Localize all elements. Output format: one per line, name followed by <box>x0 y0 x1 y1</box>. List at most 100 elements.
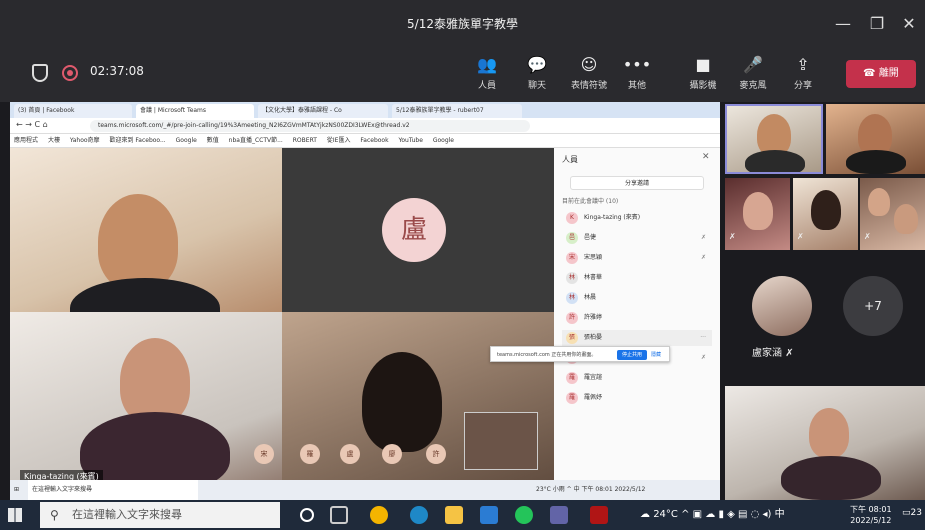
share-invite-button[interactable]: 分享邀請 <box>570 176 704 190</box>
people-label: 人員 <box>477 81 496 91</box>
browser-tab[interactable]: 會議 | Microsoft Teams <box>136 104 254 118</box>
weather-temp[interactable]: 24°C <box>653 509 678 520</box>
weather-icon: ☁ <box>640 509 654 520</box>
camera-icon: ■ <box>695 55 711 74</box>
notification-center-button[interactable]: ▭23 <box>902 508 922 518</box>
bookmarks-bar: 應用程式 大樓 Yahoo奇摩 歡迎來到 Faceboo... Google 數… <box>10 134 720 148</box>
mic-icon: 🎤 <box>743 55 763 74</box>
participant-name: 羅宜諠 <box>584 374 603 381</box>
gallery-tile[interactable]: ✗ <box>860 178 925 250</box>
mic-off-icon: ✗ <box>700 234 706 241</box>
file-explorer-icon[interactable] <box>445 506 463 524</box>
bookmark[interactable]: YouTube <box>399 137 423 144</box>
bookmark[interactable]: Facebook <box>360 137 388 144</box>
line-icon[interactable] <box>515 506 533 524</box>
app-icon[interactable] <box>590 506 608 524</box>
url-field[interactable]: teams.microsoft.com/_#/pre-join-calling/… <box>90 120 530 132</box>
bookmark[interactable]: Google <box>176 137 197 144</box>
close-button[interactable]: ✕ <box>892 0 925 48</box>
inner-search-box[interactable]: 在這裡輸入文字來搜尋 <box>28 480 198 500</box>
participant-name: Kinga-tazing (來賓) <box>584 214 641 221</box>
cortana-icon[interactable] <box>300 508 314 522</box>
windows-start-icon[interactable] <box>8 508 22 522</box>
participant-row[interactable]: 林林晨 <box>562 290 712 306</box>
leave-button[interactable]: ☎ 離開 <box>846 60 916 88</box>
video-tile[interactable] <box>282 312 554 492</box>
task-view-icon[interactable] <box>330 506 348 524</box>
gallery-tile[interactable] <box>826 104 925 174</box>
share-button[interactable]: ⇪ 分享 <box>780 52 826 98</box>
bookmark[interactable]: 從IE匯入 <box>327 137 351 144</box>
bookmark[interactable]: ROBERT <box>293 137 317 144</box>
video-tile[interactable]: 盧 <box>282 148 554 312</box>
mail-icon[interactable] <box>480 506 498 524</box>
bookmark[interactable]: nba直播_CCTV節... <box>229 137 283 144</box>
ime-indicator[interactable]: 中 <box>775 509 785 520</box>
participant-row[interactable]: 邑邑倢 ✗ <box>562 230 712 246</box>
more-icon[interactable]: ··· <box>700 330 706 346</box>
participant-row[interactable]: 林林書華 <box>562 270 712 286</box>
gallery-tile[interactable] <box>725 386 925 500</box>
participant-name: 邑倢 <box>584 234 597 241</box>
video-tile[interactable] <box>10 312 282 492</box>
bookmark[interactable]: Yahoo奇摩 <box>70 137 100 144</box>
participant-video <box>868 188 890 216</box>
more-button[interactable]: ••• 其他 <box>614 52 660 98</box>
notification-icon: ▭ <box>902 508 911 518</box>
bookmark[interactable]: 歡迎來到 Faceboo... <box>109 137 165 144</box>
participant-row[interactable]: 羅羅佩妤 <box>562 390 712 406</box>
maximize-button[interactable]: ❐ <box>860 0 894 48</box>
phone-icon: ☎ <box>863 68 879 79</box>
edge-icon[interactable] <box>410 506 428 524</box>
teams-icon[interactable] <box>550 506 568 524</box>
leave-label: 離開 <box>878 68 899 79</box>
mic-off-icon: ✗ <box>700 354 706 361</box>
camera-button[interactable]: ■ 攝影機 <box>680 52 726 98</box>
video-tile[interactable] <box>10 148 282 312</box>
participant-row[interactable]: K Kinga-tazing (來賓) <box>562 210 712 226</box>
taskbar-search-input[interactable]: 在這裡輸入文字來搜尋 <box>40 502 280 528</box>
overflow-participants-button[interactable]: +7 <box>843 276 903 336</box>
minimize-button[interactable]: — <box>826 0 860 48</box>
reaction-avatar: 宋 <box>254 444 274 464</box>
avatar: 林 <box>566 292 578 304</box>
taskbar-clock[interactable]: 下午 08:01 2022/5/12 <box>850 504 892 526</box>
chat-icon: 💬 <box>527 55 547 74</box>
avatar: 羅 <box>566 392 578 404</box>
bookmark[interactable]: 大樓 <box>48 137 60 144</box>
participant-body <box>781 456 881 500</box>
share-label: 分享 <box>793 81 812 91</box>
tray-icons[interactable]: ^ ▣ ☁ ▮ ◈ ▤ ◌ ◂) <box>681 509 775 520</box>
participant-name: 林晨 <box>584 294 597 301</box>
browser-tab[interactable]: 【文化大學】泰雅語課程 - Co <box>258 104 388 118</box>
browser-tab[interactable]: 5/12泰雅族單字教學 - rubert07 <box>392 104 522 118</box>
participant-row[interactable]: 許許雅婷 <box>562 310 712 326</box>
search-icon: ⚲ <box>50 508 59 522</box>
browser-tab[interactable]: (3) 首頁 | Facebook <box>14 104 132 118</box>
mic-button[interactable]: 🎤 麥克風 <box>730 52 776 98</box>
participant-row[interactable]: 宋宋思穎 ✗ <box>562 250 712 266</box>
bookmark[interactable]: 應用程式 <box>14 137 38 144</box>
chat-button[interactable]: 💬 聊天 <box>514 52 560 98</box>
more-icon: ••• <box>622 55 652 74</box>
clock-time: 下午 08:01 <box>850 505 892 514</box>
self-preview[interactable] <box>464 412 538 470</box>
close-icon[interactable]: ✕ <box>702 152 710 162</box>
bookmark[interactable]: Google <box>433 137 454 144</box>
gallery-tile-active-speaker[interactable] <box>725 104 823 174</box>
gallery-tile[interactable]: ✗ <box>793 178 858 250</box>
participant-row[interactable]: 羅羅宜諠 <box>562 370 712 386</box>
gallery-tile[interactable]: ✗ <box>725 178 790 250</box>
participant-row[interactable]: 張張柏晏 ··· <box>562 330 712 346</box>
windows-start-icon[interactable]: ⊞ <box>14 480 19 500</box>
reactions-button[interactable]: ☺ 表情符號 <box>566 52 612 98</box>
avatar: 邑 <box>566 232 578 244</box>
participant-name: 許雅婷 <box>584 314 603 321</box>
avatar[interactable] <box>752 276 812 336</box>
nav-arrows-icon[interactable]: ← → C ⌂ <box>16 120 48 129</box>
stop-sharing-button[interactable]: 停止共用 <box>617 350 647 360</box>
people-button[interactable]: 👥 人員 <box>464 52 510 98</box>
hide-notice-button[interactable]: 隱藏 <box>651 347 661 361</box>
chrome-icon[interactable] <box>370 506 388 524</box>
bookmark[interactable]: 數值 <box>207 137 219 144</box>
